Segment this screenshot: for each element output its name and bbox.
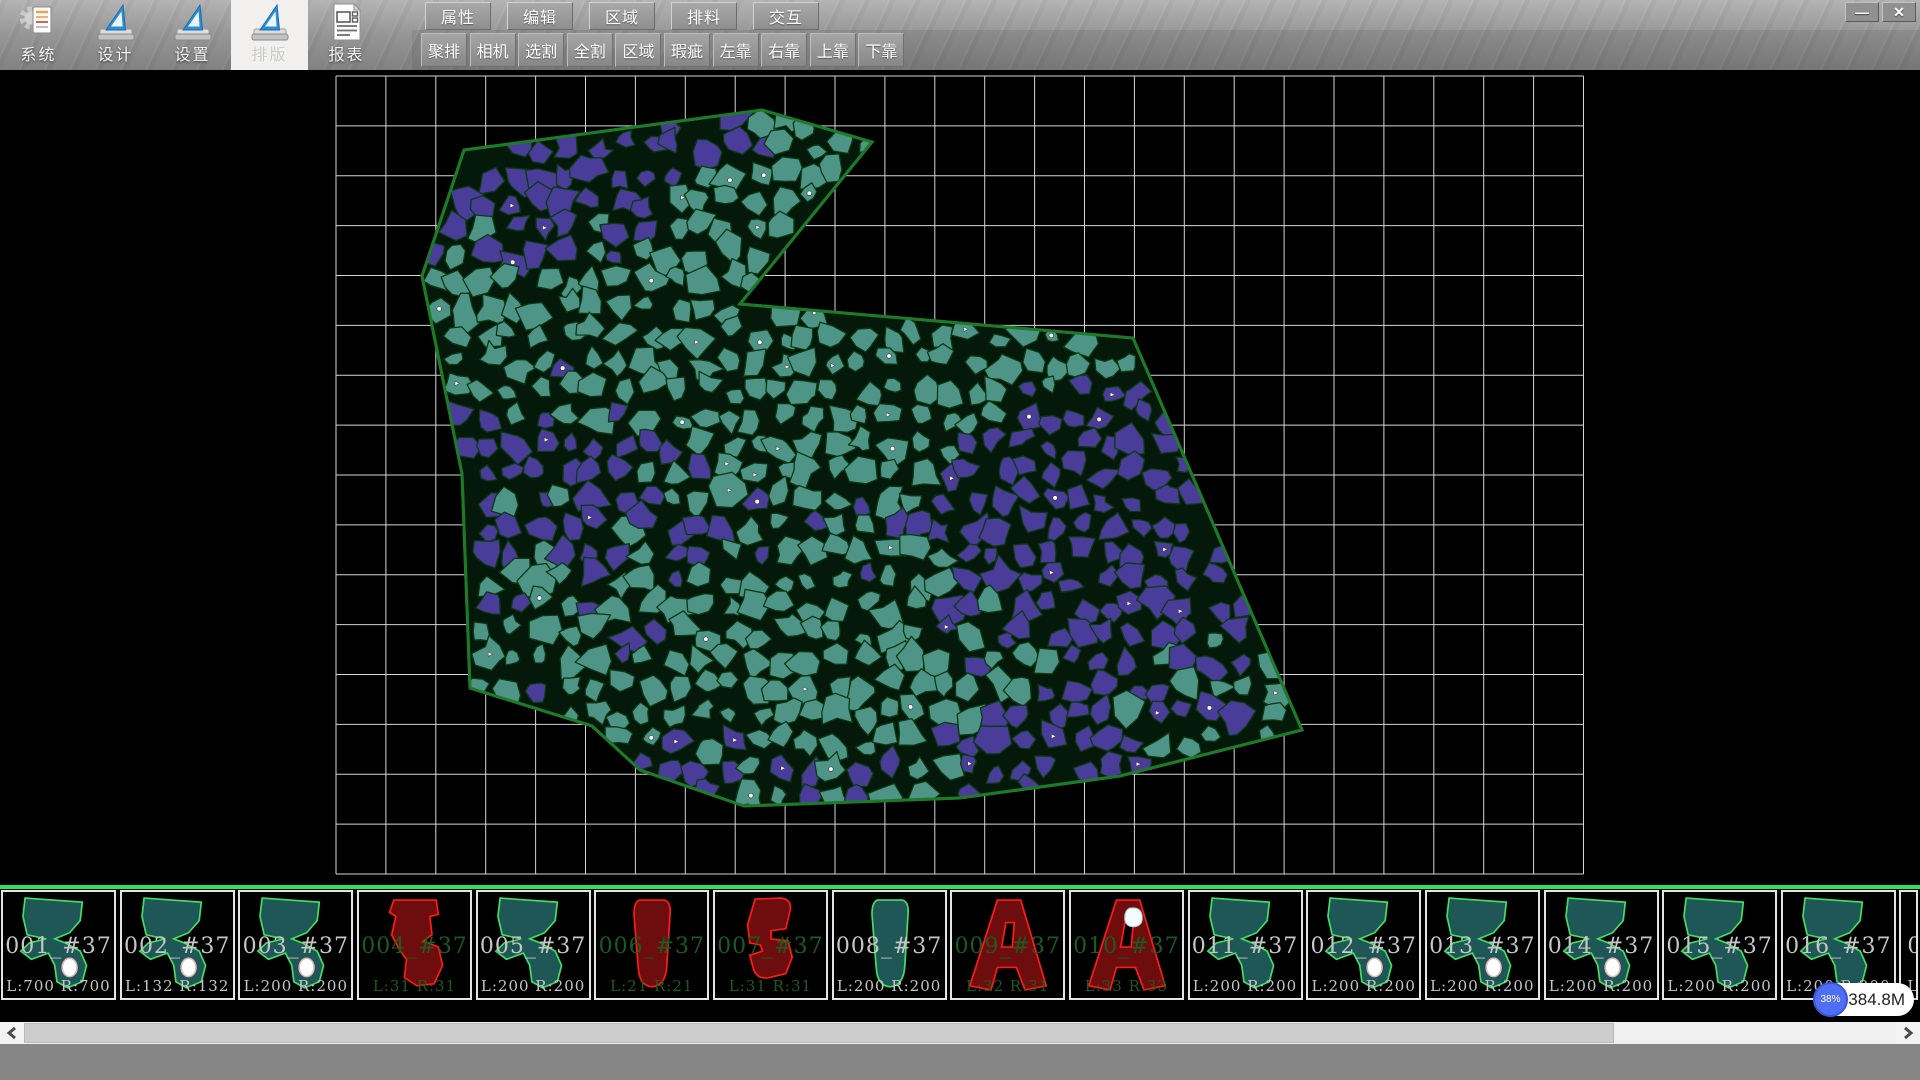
hide-nesting-view: [0, 70, 1920, 885]
piece-thumbnail-006_#37[interactable]: 006_#37 L:21 R:21: [594, 890, 709, 1000]
progress-percent: 38%: [1820, 994, 1840, 1005]
app-window: 系统设计设置排版报表 属性编辑区域排料交互 聚排相机选割全割区域瑕疵左靠右靠上靠…: [0, 0, 1920, 1080]
setsquare-icon: [249, 1, 291, 45]
piece-thumbnail-013_#37[interactable]: 013_#37 L:200 R:200: [1425, 890, 1540, 1000]
piece-id: 006_#37: [596, 934, 707, 959]
tool-button-snap-right[interactable]: 右靠: [761, 33, 807, 67]
tool-button-snap-bottom[interactable]: 下靠: [858, 33, 904, 67]
piece-thumbnail-009_#37[interactable]: 009_#37 L:32 R:31: [950, 890, 1065, 1000]
piece-lr-count: L:700 R:700: [3, 977, 114, 995]
piece-lr-count: L:200 R:200: [478, 977, 589, 995]
piece-id: 015_#37: [1664, 934, 1775, 959]
tool-button-snap-top[interactable]: 上靠: [810, 33, 856, 67]
piece-thumbnail-001_#37[interactable]: 001_#37 L:700 R:700: [1, 890, 116, 1000]
chevron-right-icon: [1903, 1027, 1913, 1039]
piece-lr-count: L:132 R:132: [122, 977, 233, 995]
app-button-design[interactable]: 设计: [77, 0, 154, 70]
report-icon: [326, 1, 368, 45]
tool-button-cut-all[interactable]: 全割: [567, 33, 613, 67]
piece-lr-count: L:31 R:31: [715, 977, 826, 995]
piece-thumbnail-004_#37[interactable]: 004_#37 L:31 R:31: [357, 890, 472, 1000]
app-button-system[interactable]: 系统: [0, 0, 77, 70]
nesting-canvas[interactable]: [0, 70, 1920, 885]
piece-thumbnail-008_#37[interactable]: 008_#37 L:200 R:200: [832, 890, 947, 1000]
memory-value: 384.8M: [1848, 990, 1905, 1010]
tool-button-zone[interactable]: 区域: [615, 33, 661, 67]
minimize-button[interactable]: —: [1845, 2, 1879, 22]
piece-lr-count: L:200 R:200: [1427, 977, 1538, 995]
piece-thumbnail-014_#37[interactable]: 014_#37 L:200 R:200: [1544, 890, 1659, 1000]
setsquare-icon: [172, 1, 214, 45]
app-button-layout[interactable]: 排版: [231, 0, 308, 70]
piece-id: 016_#37: [1783, 934, 1894, 959]
piece-id: 012_#37: [1308, 934, 1419, 959]
menu-tab-region[interactable]: 区域: [589, 2, 655, 30]
piece-id: 003_#37: [240, 934, 351, 959]
piece-lr-count: L:200 R:200: [834, 977, 945, 995]
tool-button-select-cut[interactable]: 选割: [518, 33, 564, 67]
app-button-settings[interactable]: 设置: [154, 0, 231, 70]
piece-thumbnail-012_#37[interactable]: 012_#37 L:200 R:200: [1306, 890, 1421, 1000]
scrollbar-thumb[interactable]: [24, 1023, 1614, 1043]
piece-thumbnail-011_#37[interactable]: 011_#37 L:200 R:200: [1188, 890, 1303, 1000]
menu-tab-properties[interactable]: 属性: [425, 2, 491, 30]
piece-lr-count: L:200 R:200: [240, 977, 351, 995]
tool-button-cluster-nest[interactable]: 聚排: [421, 33, 467, 67]
piece-thumbnail-strip: 001_#37 L:700 R:700 002_#37 L:132 R:132 003_…: [0, 885, 1920, 1003]
piece-id: 004_#37: [359, 934, 470, 959]
piece-id: 011_#37: [1190, 934, 1301, 959]
system-icon: [18, 1, 60, 45]
app-button-label: 设置: [174, 45, 210, 67]
piece-lr-count: L:200 R:200: [1546, 977, 1657, 995]
piece-lr-count: L:200 R:200: [1308, 977, 1419, 995]
horizontal-scrollbar[interactable]: [0, 1022, 1920, 1044]
piece-thumbnail-003_#37[interactable]: 003_#37 L:200 R:200: [238, 890, 353, 1000]
piece-id: 002_#37: [122, 934, 233, 959]
scroll-left-button[interactable]: [0, 1022, 24, 1044]
app-button-label: 设计: [97, 45, 133, 67]
app-button-label: 排版: [251, 45, 287, 67]
piece-thumbnail-010_#37[interactable]: 010_#37 L:33 R:33: [1069, 890, 1184, 1000]
progress-badge: 38%: [1813, 982, 1848, 1017]
piece-lr-count: L:21 R:21: [596, 977, 707, 995]
piece-lr-count: L:200 R:200: [1190, 977, 1301, 995]
piece-id: 010_#37: [1071, 934, 1182, 959]
piece-id: 001_#37: [3, 934, 114, 959]
piece-id: 009_#37: [952, 934, 1063, 959]
piece-id: 014_#37: [1546, 934, 1657, 959]
piece-thumbnail-005_#37[interactable]: 005_#37 L:200 R:200: [476, 890, 591, 1000]
app-button-label: 报表: [328, 45, 364, 67]
menu-tab-nesting[interactable]: 排料: [671, 2, 737, 30]
piece-thumbnail-007_#37[interactable]: 007_#37 L:31 R:31: [713, 890, 828, 1000]
piece-id: 005_#37: [478, 934, 589, 959]
piece-id: 013_#37: [1427, 934, 1538, 959]
piece-lr-count: L:200 R:200: [1664, 977, 1775, 995]
piece-lr-count: L:33 R:33: [1071, 977, 1182, 995]
close-button[interactable]: ✕: [1882, 2, 1916, 22]
status-bar: [0, 1044, 1920, 1080]
tool-button-snap-left[interactable]: 左靠: [713, 33, 759, 67]
piece-id: 007_#37: [715, 934, 826, 959]
piece-id: 0: [1901, 934, 1918, 959]
chevron-left-icon: [7, 1027, 17, 1039]
tool-button-camera[interactable]: 相机: [470, 33, 516, 67]
toolbar: 系统设计设置排版报表 属性编辑区域排料交互 聚排相机选割全割区域瑕疵左靠右靠上靠…: [0, 0, 1920, 70]
piece-thumbnail-015_#37[interactable]: 015_#37 L:200 R:200: [1662, 890, 1777, 1000]
menu-tab-interact[interactable]: 交互: [753, 2, 819, 30]
piece-lr-count: L:32 R:31: [952, 977, 1063, 995]
piece-lr-count: L:31 R:31: [359, 977, 470, 995]
piece-thumbnail-002_#37[interactable]: 002_#37 L:132 R:132: [120, 890, 235, 1000]
piece-id: 008_#37: [834, 934, 945, 959]
tool-button-defect[interactable]: 瑕疵: [664, 33, 710, 67]
menu-tab-edit[interactable]: 编辑: [507, 2, 573, 30]
scroll-right-button[interactable]: [1896, 1022, 1920, 1044]
app-button-label: 系统: [20, 45, 56, 67]
app-button-report[interactable]: 报表: [308, 0, 385, 70]
setsquare-icon: [95, 1, 137, 45]
